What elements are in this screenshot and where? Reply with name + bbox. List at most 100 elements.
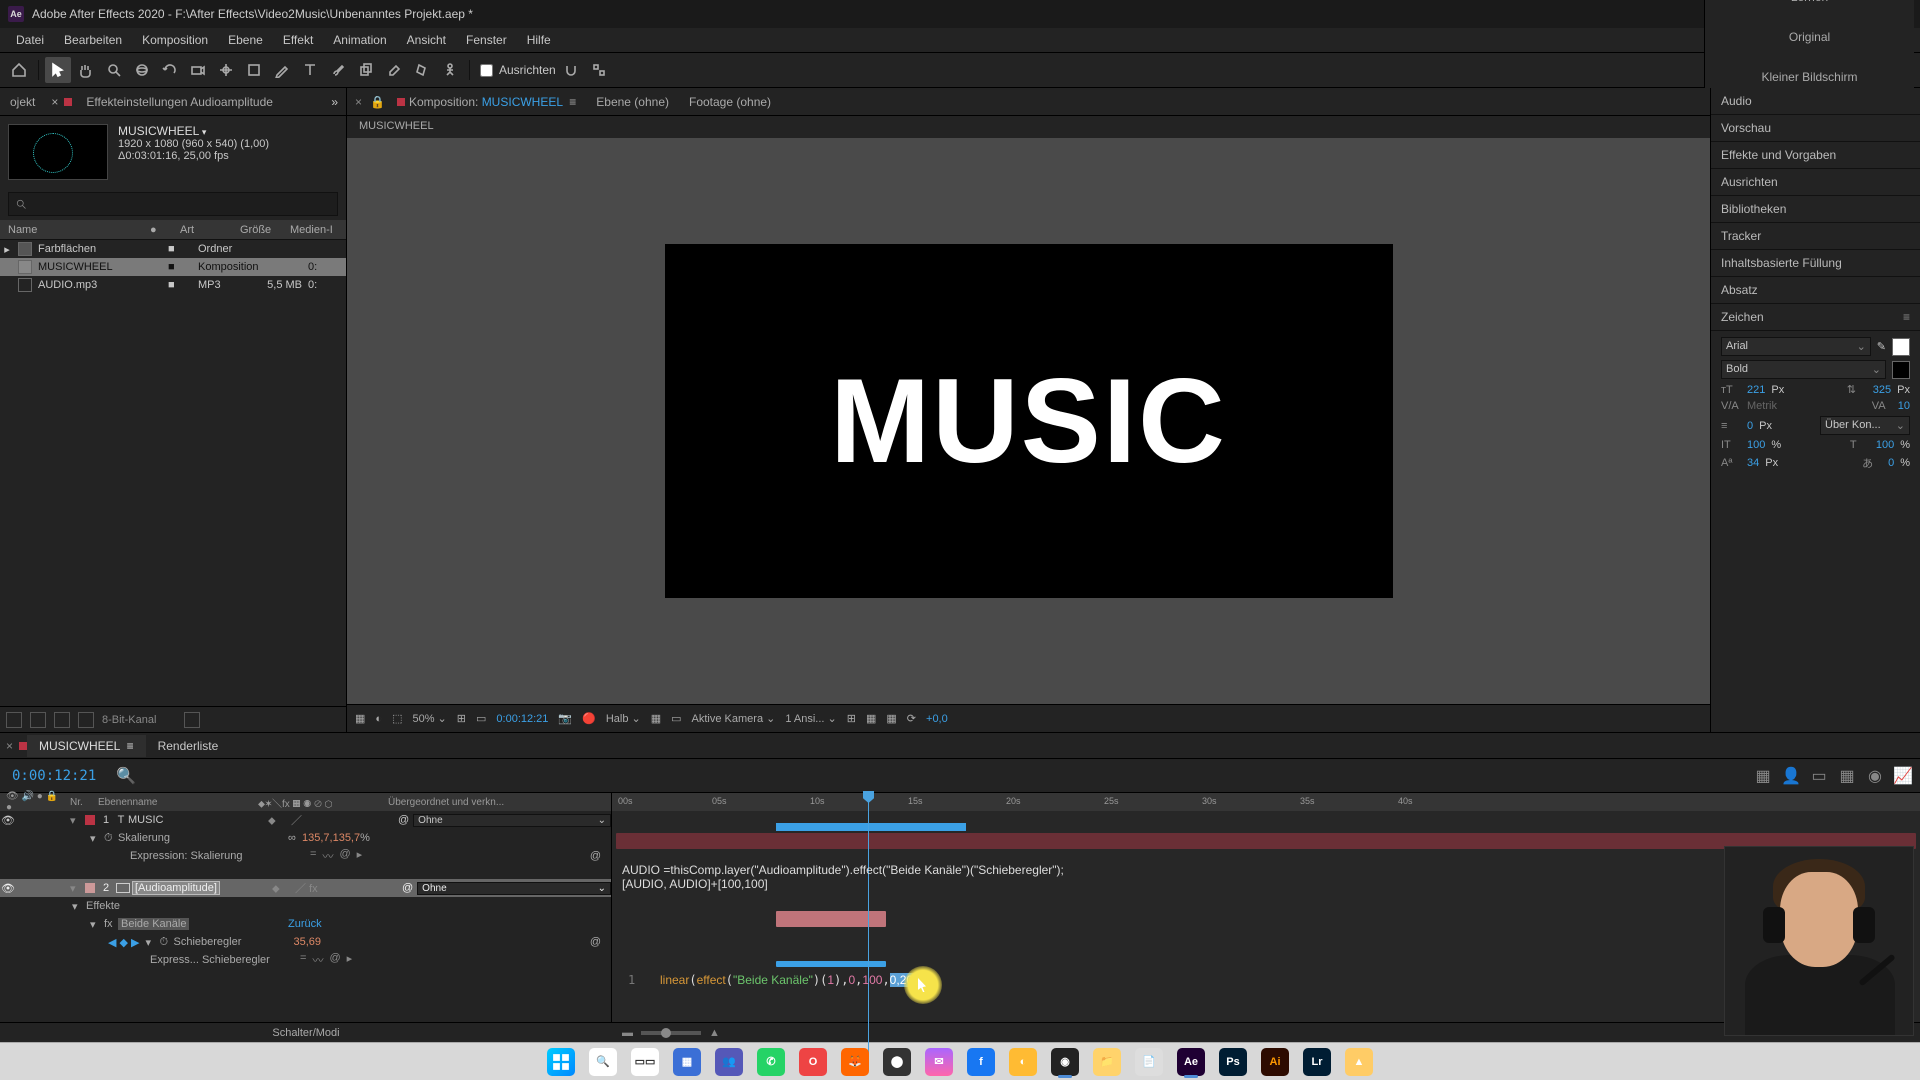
comp-thumbnail[interactable] bbox=[8, 124, 108, 180]
effects-group[interactable]: ▾ Effekte bbox=[0, 897, 611, 915]
effect-beide-kanaele[interactable]: ▾ fx Beide Kanäle Zurück bbox=[0, 915, 611, 933]
expr-graph-icon[interactable]: 〰 bbox=[312, 952, 323, 968]
hand-tool[interactable] bbox=[73, 57, 99, 83]
refresh-icon[interactable]: ⟳ bbox=[907, 712, 916, 725]
taskbar-taskview[interactable]: ▭▭ bbox=[628, 1045, 662, 1079]
stopwatch-icon[interactable]: ⏱ bbox=[104, 832, 118, 845]
expr-pickwhip-icon[interactable]: @ bbox=[329, 952, 340, 968]
expression-text-2[interactable]: linear(effect("Beide Kanäle")(1),0,100,0… bbox=[660, 973, 927, 987]
expr-menu-icon[interactable]: ▸ bbox=[347, 952, 353, 968]
views-dropdown[interactable]: 1 Ansi... bbox=[785, 712, 836, 725]
timeline-tab-comp[interactable]: MUSICWHEEL ≡ bbox=[27, 735, 146, 757]
tab-project[interactable]: ojekt bbox=[0, 91, 45, 113]
alpha-icon[interactable]: ⬚ bbox=[392, 712, 402, 725]
text-tool[interactable] bbox=[297, 57, 323, 83]
workspace-lernen[interactable]: Lernen bbox=[1781, 0, 1838, 8]
roi-icon[interactable]: ▭ bbox=[476, 712, 486, 725]
reset-link[interactable]: Zurück bbox=[288, 918, 322, 930]
new-comp-icon[interactable] bbox=[30, 712, 46, 728]
project-settings-icon[interactable] bbox=[78, 712, 94, 728]
keyframe-bar[interactable] bbox=[776, 961, 886, 967]
toggle-switches[interactable]: Schalter/Modi bbox=[272, 1027, 339, 1039]
tab-close-icon[interactable]: × bbox=[351, 95, 366, 109]
twirl-icon[interactable]: ▾ bbox=[146, 936, 160, 949]
zoom-dropdown[interactable]: 50% bbox=[412, 712, 446, 725]
expr-pickwhip-icon[interactable]: @ bbox=[339, 848, 350, 864]
taskbar-start[interactable] bbox=[544, 1045, 578, 1079]
orbit-tool[interactable] bbox=[129, 57, 155, 83]
project-item-comp[interactable]: MUSICWHEEL■Komposition0: bbox=[0, 258, 346, 276]
menu-ebene[interactable]: Ebene bbox=[218, 30, 273, 50]
kerning-value[interactable]: Metrik bbox=[1747, 400, 1777, 412]
comp-breadcrumb[interactable]: MUSICWHEEL bbox=[347, 116, 1710, 138]
taskbar-teams[interactable]: 👥 bbox=[712, 1045, 746, 1079]
brush-tool[interactable] bbox=[325, 57, 351, 83]
camera-tool[interactable] bbox=[185, 57, 211, 83]
visibility-toggle[interactable]: 👁 bbox=[0, 882, 16, 895]
twirl-icon[interactable]: ▾ bbox=[70, 814, 82, 827]
menu-fenster[interactable]: Fenster bbox=[456, 30, 517, 50]
taskbar-firefox[interactable]: 🦊 bbox=[838, 1045, 872, 1079]
taskbar-app2[interactable]: ◐ bbox=[1006, 1045, 1040, 1079]
frame-blend-icon[interactable]: ▦ bbox=[1838, 767, 1856, 785]
pickwhip-icon[interactable]: @ bbox=[398, 814, 409, 826]
time-ruler[interactable]: 00s 05s 10s 15s 20s 25s 30s 35s 40s bbox=[612, 793, 1920, 811]
taskbar-app[interactable]: ⬤ bbox=[880, 1045, 914, 1079]
grid-icon[interactable]: ▦ bbox=[355, 712, 365, 725]
parent-dropdown[interactable]: Ohne bbox=[413, 814, 611, 827]
layer-bar-1[interactable] bbox=[616, 833, 1916, 849]
taskbar-facebook[interactable]: f bbox=[964, 1045, 998, 1079]
safe-icon[interactable]: ▦ bbox=[866, 712, 876, 725]
font-family-dropdown[interactable]: Arial bbox=[1721, 337, 1871, 356]
panel-effekte[interactable]: Effekte und Vorgaben bbox=[1711, 142, 1920, 169]
menu-bearbeiten[interactable]: Bearbeiten bbox=[54, 30, 132, 50]
scale-value[interactable]: 135,7,135,7 bbox=[302, 832, 360, 844]
transparency-icon[interactable]: ▦ bbox=[651, 712, 661, 725]
baseline-shift-value[interactable]: 34 bbox=[1747, 457, 1759, 469]
channel-icon[interactable]: 🔴 bbox=[582, 712, 596, 725]
snap-options-icon[interactable] bbox=[586, 57, 612, 83]
tab-footage[interactable]: Footage (ohne) bbox=[681, 92, 779, 112]
pickwhip-icon[interactable]: @ bbox=[402, 882, 413, 894]
stroke-order-dropdown[interactable]: Über Kon... bbox=[1820, 416, 1910, 435]
expr-graph-icon[interactable]: 〰 bbox=[322, 848, 333, 864]
graph-editor-icon[interactable]: 📈 bbox=[1894, 767, 1912, 785]
panel-vorschau[interactable]: Vorschau bbox=[1711, 115, 1920, 142]
taskbar-whatsapp[interactable]: ✆ bbox=[754, 1045, 788, 1079]
timeline-tab-render[interactable]: Renderliste bbox=[146, 735, 231, 757]
menu-ansicht[interactable]: Ansicht bbox=[397, 30, 456, 50]
zoom-out-icon[interactable]: ▬ bbox=[622, 1027, 633, 1039]
stopwatch-icon[interactable]: ⏱ bbox=[160, 936, 174, 949]
3d-icon[interactable]: ▭ bbox=[671, 712, 681, 725]
menu-animation[interactable]: Animation bbox=[323, 30, 396, 50]
twirl-icon[interactable]: ▾ bbox=[90, 918, 104, 931]
panel-menu-icon[interactable]: ≡ bbox=[1903, 310, 1910, 324]
camera-dropdown[interactable]: Aktive Kamera bbox=[692, 712, 776, 725]
trash-icon[interactable] bbox=[184, 712, 200, 728]
font-weight-dropdown[interactable]: Bold bbox=[1721, 360, 1886, 379]
project-item-audio[interactable]: AUDIO.mp3■MP35,5 MB0: bbox=[0, 276, 346, 294]
layer-bar-2[interactable] bbox=[776, 911, 886, 927]
exposure-value[interactable]: +0,0 bbox=[926, 713, 948, 725]
comp-mini-icon[interactable]: ▦ bbox=[1754, 767, 1772, 785]
parent-dropdown[interactable]: Ohne bbox=[417, 882, 611, 895]
eraser-tool[interactable] bbox=[381, 57, 407, 83]
expr-menu-icon[interactable]: ▸ bbox=[357, 848, 363, 864]
zoom-in-icon[interactable]: ▲ bbox=[709, 1027, 720, 1039]
composition-viewer[interactable]: MUSIC bbox=[347, 138, 1710, 704]
roto-tool[interactable] bbox=[409, 57, 435, 83]
expr-enable-icon[interactable]: = bbox=[310, 848, 316, 864]
panel-tracker[interactable]: Tracker bbox=[1711, 223, 1920, 250]
snapshot-icon[interactable]: 📷 bbox=[558, 712, 572, 725]
clone-tool[interactable] bbox=[353, 57, 379, 83]
leading-value[interactable]: 325 bbox=[1873, 384, 1891, 396]
taskbar-photoshop[interactable]: Ps bbox=[1216, 1045, 1250, 1079]
visibility-toggle[interactable]: 👁 bbox=[0, 814, 16, 827]
hscale-value[interactable]: 100 bbox=[1747, 439, 1765, 451]
vscale-value[interactable]: 100 bbox=[1876, 439, 1894, 451]
slider-value[interactable]: 35,69 bbox=[294, 936, 322, 948]
rect-tool[interactable] bbox=[241, 57, 267, 83]
draft3d-icon[interactable]: ▭ bbox=[1810, 767, 1828, 785]
comp-name-dropdown[interactable]: MUSICWHEEL bbox=[118, 124, 269, 138]
new-folder-icon[interactable] bbox=[54, 712, 70, 728]
